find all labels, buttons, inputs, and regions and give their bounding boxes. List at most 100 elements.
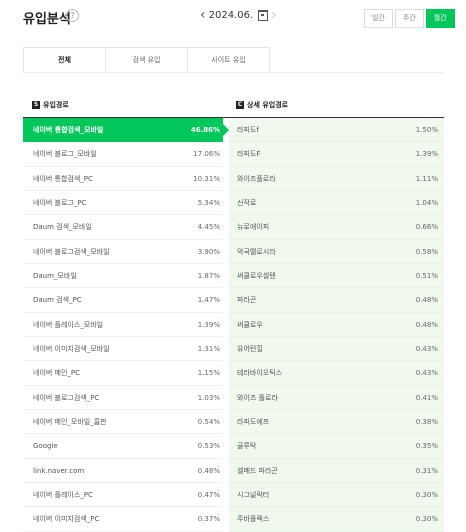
detail-row[interactable]: 뉴로에이피 0.66%	[229, 215, 444, 240]
source-row-name: 네이버 통합검색_모바일	[33, 126, 104, 134]
source-row[interactable]: Daum_모바일 1.87%	[23, 264, 223, 289]
source-row[interactable]: 네이버 블로그검색_PC 1.03%	[23, 386, 223, 410]
calendar-icon[interactable]	[258, 9, 269, 21]
detail-row[interactable]: 시그널락터 0.30%	[229, 483, 444, 508]
detail-row-name: 와이즈 플로라	[237, 393, 278, 402]
detail-row-name: 라피도에프	[237, 417, 270, 426]
source-row[interactable]: link.naver.com 0.48%	[23, 459, 223, 483]
date-label: 2024.06.	[208, 9, 254, 21]
date-navigator: ‹ 2024.06. ›	[200, 8, 277, 22]
source-row-percent: 0.54%	[197, 417, 220, 426]
detail-row-percent: 0.30%	[415, 490, 438, 499]
source-row[interactable]: Daum 검색_PC 1.47%	[23, 288, 223, 313]
prev-arrow-icon[interactable]: ‹	[200, 8, 206, 22]
source-row[interactable]: 네이버 통합검색_모바일 46.86%	[23, 118, 229, 143]
detail-row[interactable]: 라피도f 1.50%	[229, 118, 444, 143]
page-header: 유입분석 ? ‹ 2024.06. › 일간 주간 월간	[0, 0, 466, 36]
detail-row-percent: 0.51%	[415, 271, 438, 280]
source-row-percent: 0.53%	[197, 442, 220, 451]
source-row-name: 네이버 이미지검색_PC	[33, 515, 100, 524]
source-row[interactable]: 네이버 메인_모바일_홈판 0.54%	[23, 410, 223, 435]
detail-row[interactable]: 라피도에프 0.38%	[229, 410, 444, 435]
detail-row-percent: 1.50%	[415, 126, 438, 134]
help-icon[interactable]: ?	[66, 9, 79, 22]
detail-row-percent: 0.30%	[415, 515, 438, 524]
source-row[interactable]: 네이버 블로그_PC 5.34%	[23, 191, 223, 216]
detail-row-name: 라피도f	[237, 126, 259, 134]
period-tabs: 일간 주간 월간	[362, 9, 455, 28]
detail-row[interactable]: 써큘로우셀텐 0.51%	[229, 264, 444, 289]
detail-row[interactable]: 파라곤 0.48%	[229, 288, 444, 313]
source-row-percent: 0.48%	[197, 466, 220, 475]
source-row[interactable]: 네이버 이미지검색_모바일 1.31%	[23, 337, 223, 362]
source-row[interactable]: 네이버 이미지검색_PC 0.37%	[23, 507, 223, 532]
source-row-name: 네이버 플레이스_모바일	[33, 320, 104, 329]
detail-row-name: 셀메드 파라곤	[237, 466, 278, 475]
source-row-percent: 1.87%	[197, 271, 220, 280]
source-row-name: 네이버 통합검색_PC	[33, 174, 93, 183]
detail-row-name: 뉴로에이피	[237, 223, 270, 232]
tab-all[interactable]: 전체	[23, 47, 106, 73]
source-row-name: 네이버 블로그_PC	[33, 198, 87, 207]
source-section-label: 유입경로	[43, 101, 69, 109]
source-list: 네이버 통합검색_모바일 46.86% 네이버 블로그_모바일 17.06% 네이버 통…	[23, 118, 229, 532]
source-row[interactable]: 네이버 블로그검색_모바일 3.90%	[23, 240, 223, 264]
detail-row-percent: 1.11%	[415, 174, 438, 183]
source-row[interactable]: 네이버 플레이스_모바일 1.39%	[23, 313, 223, 337]
detail-row-name: 악국멜로시라	[237, 247, 276, 256]
detail-row[interactable]: 와이즈플로라 1.11%	[229, 167, 444, 191]
source-row-name: Google	[33, 442, 58, 451]
tab-site[interactable]: 사이트 유입	[188, 47, 270, 73]
source-row-percent: 46.86%	[190, 126, 220, 134]
detail-row[interactable]: 악국멜로시라 0.58%	[229, 240, 444, 264]
detail-row-percent: 0.43%	[415, 369, 438, 378]
source-row[interactable]: Google 0.53%	[23, 434, 223, 459]
source-row-name: Daum 검색_모바일	[33, 223, 92, 232]
detail-row-percent: 1.39%	[415, 150, 438, 159]
period-tab-monthly[interactable]: 월간	[425, 9, 455, 28]
page-title: 유입분석	[23, 12, 71, 27]
source-row-percent: 17.06%	[193, 150, 220, 159]
source-row[interactable]: 네이버 통합검색_PC 10.31%	[23, 167, 223, 191]
source-row[interactable]: Daum 검색_모바일 4.45%	[23, 215, 223, 240]
period-tab-daily[interactable]: 일간	[364, 9, 393, 28]
source-row-percent: 4.45%	[197, 223, 220, 232]
source-section-header: S 유입경로	[32, 96, 69, 114]
source-row[interactable]: 네이버 플레이스_PC 0.47%	[23, 483, 223, 508]
detail-row[interactable]: 골루탁 0.35%	[229, 434, 444, 459]
tabs-divider	[23, 72, 444, 73]
detail-row-percent: 0.35%	[415, 442, 438, 451]
detail-row[interactable]: 라피도F 1.39%	[229, 142, 444, 167]
detail-row-name: 테라바이오틱스	[237, 369, 283, 378]
detail-row-percent: 0.48%	[415, 320, 438, 329]
detail-row-percent: 0.38%	[415, 417, 438, 426]
next-arrow-icon[interactable]: ›	[271, 8, 277, 22]
source-row-name: 네이버 메인_PC	[33, 369, 81, 378]
detail-list: 라피도f 1.50% 라피도F 1.39% 와이즈플로라 1.11% 신작로 1.04% 뉴로에…	[229, 118, 444, 532]
tab-search[interactable]: 검색 유입	[106, 47, 188, 73]
main-tabs: 전체 검색 유입 사이트 유입	[23, 47, 270, 73]
detail-row-percent: 0.66%	[415, 223, 438, 232]
source-section-icon: S	[32, 101, 40, 109]
detail-row[interactable]: 테라바이오틱스 0.43%	[229, 361, 444, 386]
source-row[interactable]: 네이버 메인_PC 1.15%	[23, 361, 223, 386]
detail-row[interactable]: 써큘로우 0.48%	[229, 313, 444, 337]
detail-row[interactable]: 유어턴힐 0.43%	[229, 337, 444, 362]
detail-row-name: 써큘로우	[237, 320, 263, 329]
source-row-name: 네이버 블로그검색_모바일	[33, 247, 110, 256]
detail-row[interactable]: 셀메드 파라곤 0.31%	[229, 459, 444, 483]
source-row-name: link.naver.com	[33, 466, 85, 475]
detail-row-name: 시그널락터	[237, 490, 270, 499]
source-row-percent: 0.47%	[197, 490, 220, 499]
source-row-percent: 1.03%	[197, 393, 220, 402]
detail-row[interactable]: 신작로 1.04%	[229, 191, 444, 216]
source-row-percent: 1.39%	[197, 320, 220, 329]
source-row-percent: 3.90%	[197, 247, 220, 256]
period-tab-weekly[interactable]: 주간	[394, 9, 424, 28]
detail-row[interactable]: 와이즈 플로라 0.41%	[229, 386, 444, 410]
source-row-name: 네이버 블로그검색_PC	[33, 393, 100, 402]
detail-row[interactable]: 주바플렉스 0.30%	[229, 507, 444, 532]
detail-row-percent: 0.31%	[415, 466, 438, 475]
source-row[interactable]: 네이버 블로그_모바일 17.06%	[23, 142, 223, 167]
detail-row-name: 와이즈플로라	[237, 174, 276, 183]
